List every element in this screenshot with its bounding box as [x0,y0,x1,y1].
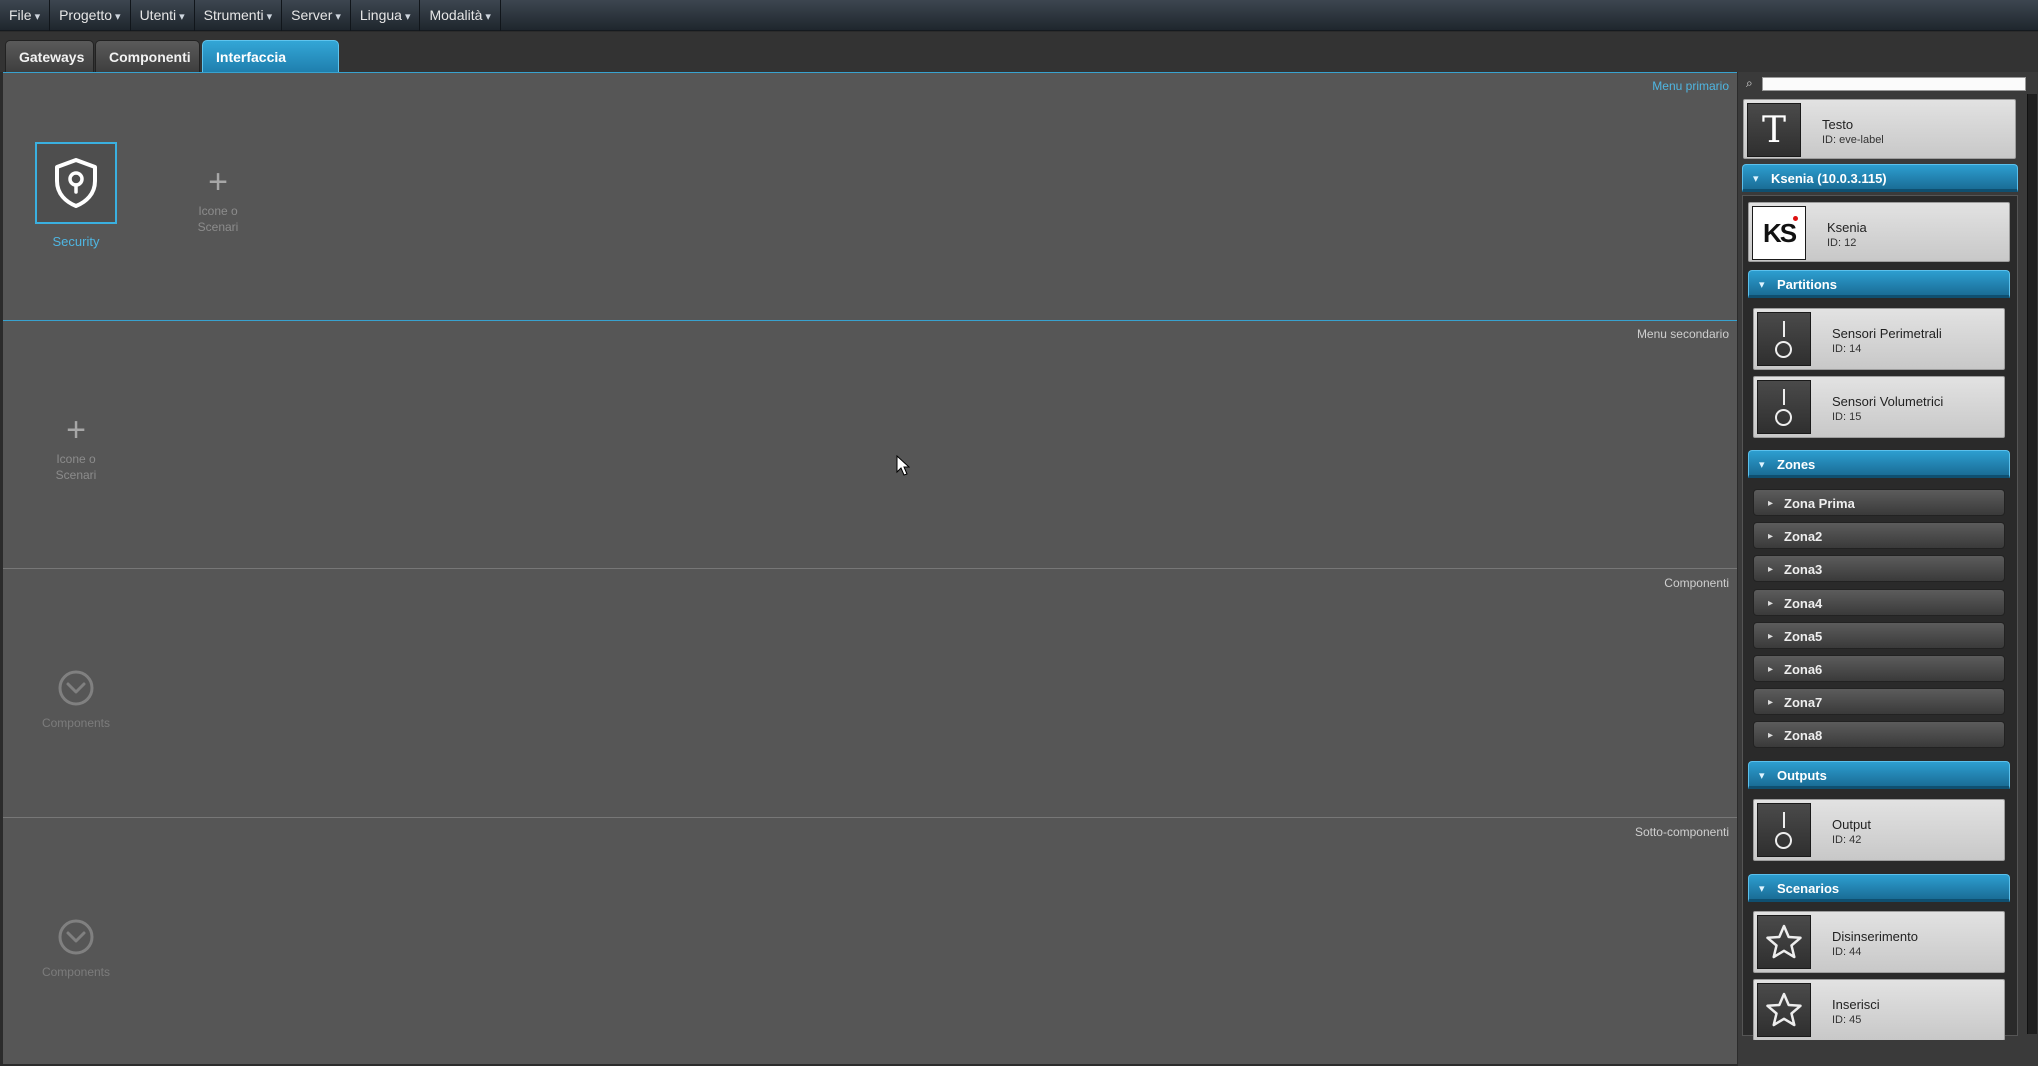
plus-icon: + [208,163,228,201]
zone-row[interactable]: Zona2 [1753,522,2005,550]
ksenia-card-id: ID: 12 [1827,237,1857,249]
group-header-ksenia[interactable]: Ksenia (10.0.3.115) [1742,164,2018,193]
zone-row[interactable]: Zona Prima [1753,489,2005,517]
menu-utenti[interactable]: Utenti [131,0,195,31]
group-header-partitions[interactable]: Partitions [1748,270,2010,299]
section-componenti: Componenti Components [3,570,1737,818]
section-sotto-componenti: Sotto-componenti Components [3,819,1737,1065]
zone-row[interactable]: Zona5 [1753,622,2005,650]
plus-icon: + [66,411,86,449]
security-tile[interactable]: Security [34,142,118,249]
chevron-circle-down-icon [58,670,94,706]
zone-row[interactable]: Zona6 [1753,655,2005,683]
tab-interfaccia-utente[interactable]: Interfaccia Utente [202,40,339,97]
section-menu-secondario: Menu secondario + Icone o Scenari [3,321,1737,569]
security-tile-box[interactable] [35,142,117,224]
menu-lingua[interactable]: Lingua [351,0,421,31]
search-input[interactable] [1762,77,2026,91]
partition-title: Sensori Perimetrali [1832,326,1942,341]
scenario-id: ID: 44 [1832,946,1862,958]
component-library-panel: ⌕ T Testo ID: eve-label Ksenia (10.0.3.1… [1738,72,2038,1066]
add-label-line1: Icone o [198,204,238,218]
group-header-scenarios[interactable]: Scenarios [1748,874,2010,903]
subcomponents-placeholder[interactable]: Components [26,918,126,979]
shield-keyhole-icon [55,158,97,208]
menu-progetto[interactable]: Progetto [50,0,131,31]
chevron-circle-down-icon [58,919,94,955]
text-item-title: Testo [1822,117,1854,132]
text-icon: T [1747,103,1801,157]
components-placeholder[interactable]: Components [26,669,126,730]
add-label-line1: Icone o [56,452,96,466]
scenario-card-1[interactable]: Disinserimento ID: 44 [1753,911,2005,973]
zone-row[interactable]: Zona3 [1753,555,2005,583]
section-label-sotto-componenti: Sotto-componenti [1634,825,1729,839]
add-icon-or-scenario-secondary[interactable]: + Icone o Scenari [36,413,116,483]
partition-card-1[interactable]: Sensori Perimetrali ID: 14 [1753,308,2005,370]
security-tile-label: Security [52,234,100,249]
switch-icon [1757,312,1811,366]
zone-row[interactable]: Zona4 [1753,589,2005,617]
ksenia-card-title: Ksenia [1827,220,1867,235]
logo-dot [1793,216,1798,221]
switch-icon [1757,380,1811,434]
mouse-cursor-icon [896,455,910,476]
components-label: Components [41,716,111,730]
output-title: Output [1832,817,1872,832]
group-header-zones[interactable]: Zones [1748,450,2010,479]
search-icon: ⌕ [1746,76,1753,90]
menu-server[interactable]: Server [282,0,351,31]
output-card[interactable]: Output ID: 42 [1753,799,2005,861]
add-label-line2: Scenari [197,220,239,234]
star-icon [1757,983,1811,1037]
menu-file[interactable]: File [0,0,51,31]
add-label-line2: Scenari [55,468,97,482]
section-label-componenti: Componenti [1664,576,1729,590]
panel-scrollbar[interactable] [2027,94,2037,1034]
library-search: ⌕ [1742,76,2034,93]
menu-strumenti[interactable]: Strumenti [195,0,283,31]
scenario-card-2[interactable]: Inserisci ID: 45 [1753,979,2005,1041]
group-header-outputs[interactable]: Outputs [1748,761,2010,790]
section-menu-primario: Menu primario Security + Icone o Scenari [3,73,1737,321]
ui-editor-canvas: Menu primario Security + Icone o Scenari… [3,72,1737,1064]
ksenia-logo-icon: KS [1752,206,1806,260]
star-icon [1757,915,1811,969]
partition-id: ID: 14 [1832,343,1862,355]
partition-id: ID: 15 [1832,411,1862,423]
section-label-menu-primario: Menu primario [1652,79,1729,93]
scenario-title: Inserisci [1832,997,1880,1012]
menu-modalita[interactable]: Modalità [420,0,501,31]
partition-card-2[interactable]: Sensori Volumetrici ID: 15 [1753,376,2005,438]
zone-row[interactable]: Zona7 [1753,688,2005,716]
tab-bar: Gateways Componenti Interfaccia Utente [0,32,2038,97]
panel-footer [1738,1040,2038,1066]
text-item-id: ID: eve-label [1822,134,1884,146]
subcomponents-label: Components [41,965,111,979]
zone-row[interactable]: Zona8 [1753,721,2005,749]
tab-componenti[interactable]: Componenti [95,40,200,72]
add-icon-or-scenario-primary[interactable]: + Icone o Scenari [178,165,258,235]
ksenia-gateway-card[interactable]: KS Ksenia ID: 12 [1748,202,2010,262]
output-id: ID: 42 [1832,834,1862,846]
menu-bar: File Progetto Utenti Strumenti Server Li… [0,0,2038,31]
tab-gateways[interactable]: Gateways [5,40,94,72]
switch-icon [1757,803,1811,857]
partition-title: Sensori Volumetrici [1832,394,1944,409]
scenario-title: Disinserimento [1832,929,1918,944]
section-label-menu-secondario: Menu secondario [1636,327,1729,341]
scenario-id: ID: 45 [1832,1014,1862,1026]
text-item-card[interactable]: T Testo ID: eve-label [1743,99,2016,159]
